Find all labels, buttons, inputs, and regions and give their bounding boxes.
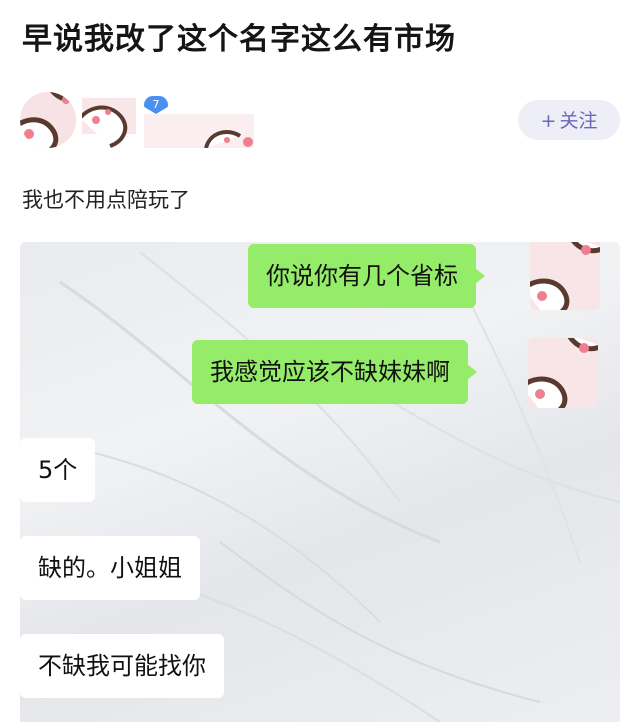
post-body-text: 我也不用点陪玩了 — [22, 188, 190, 212]
message-bubble-received[interactable]: 5个 — [20, 438, 96, 502]
paw-nickname-icon — [78, 98, 254, 149]
chat-avatar-self[interactable] — [528, 338, 598, 408]
author-avatar[interactable] — [20, 92, 76, 148]
message-bubble-received[interactable]: 缺的。小姐姐 — [20, 536, 200, 600]
author-row: 7 + 关注 — [20, 92, 620, 152]
chat-avatar-self[interactable] — [530, 242, 600, 310]
author-name-art[interactable] — [78, 98, 262, 149]
message-bubble-received[interactable]: 不缺我可能找你 — [20, 634, 224, 698]
follow-button[interactable]: + 关注 — [518, 100, 620, 140]
plus-icon: + — [540, 110, 557, 132]
post-title: 早说我改了这个名字这么有市场 — [22, 22, 456, 57]
paw-avatar-icon — [530, 242, 600, 310]
message-bubble-sent[interactable]: 你说你有几个省标 — [248, 244, 485, 308]
chat-screenshot: 你说你有几个省标 我感觉应该不缺妹妹啊 5个 缺的。小姐姐 不缺我可能找你 — [20, 242, 620, 722]
follow-label: 关注 — [559, 110, 598, 132]
paw-avatar-icon — [528, 338, 598, 408]
paw-avatar-icon — [20, 92, 76, 148]
message-bubble-sent[interactable]: 我感觉应该不缺妹妹啊 — [192, 340, 477, 404]
